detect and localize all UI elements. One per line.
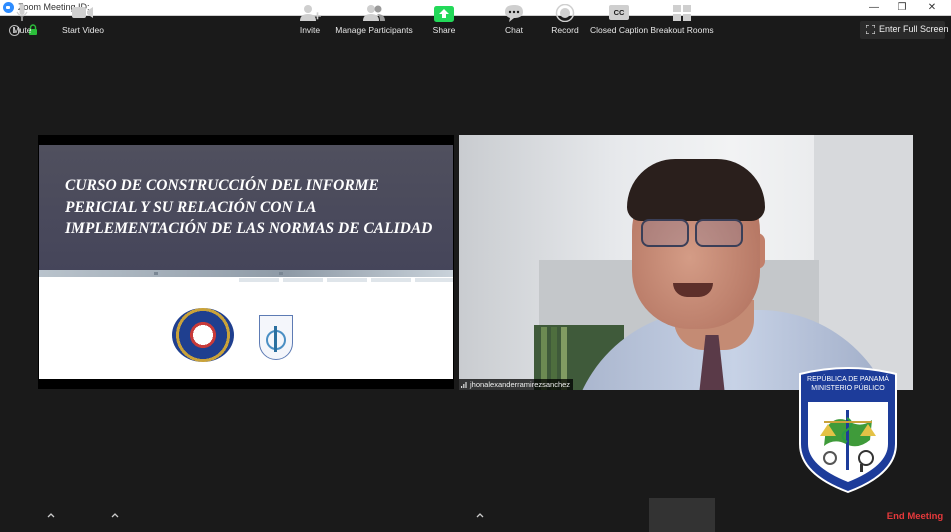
- invite-button[interactable]: Invite: [292, 0, 328, 35]
- participant-name: jhonalexanderramirezsanchez: [470, 380, 571, 389]
- manage-participants-button[interactable]: Manage Participants: [333, 0, 415, 35]
- mute-label: Mute: [12, 25, 32, 35]
- slide-content: CURSO DE CONSTRUCCIÓN DEL INFORME PERICI…: [39, 145, 453, 379]
- record-label: Record: [551, 25, 579, 35]
- caret-up-icon[interactable]: [110, 511, 120, 519]
- participant-name-tag: jhonalexanderramirezsanchez: [459, 379, 574, 390]
- manage-participants-label: Manage Participants: [335, 25, 413, 35]
- share-button[interactable]: Share: [428, 0, 460, 35]
- share-arrow-icon: [434, 6, 454, 22]
- mute-button[interactable]: Mute: [0, 0, 44, 35]
- record-icon: [555, 4, 575, 22]
- slide-title: CURSO DE CONSTRUCCIÓN DEL INFORME PERICI…: [65, 177, 433, 237]
- person-hair: [627, 159, 765, 221]
- close-button[interactable]: ✕: [918, 0, 946, 16]
- institute-shield-logo: REPÚBLICA DE PANAMÁ MINISTERIO PÚBLICO: [799, 367, 897, 494]
- cc-icon: CC: [609, 5, 629, 20]
- caret-up-icon[interactable]: [475, 511, 485, 519]
- chat-bubble-icon: [505, 5, 523, 22]
- chat-label: Chat: [505, 25, 523, 35]
- fullscreen-icon: [866, 25, 875, 34]
- logo-line-1: REPÚBLICA DE PANAMÁ: [807, 374, 889, 383]
- start-video-label: Start Video: [62, 25, 104, 35]
- ministry-shield-logo: [259, 315, 293, 360]
- participants-icon: [363, 5, 385, 21]
- signal-icon: [461, 382, 467, 388]
- slide-divider-band: [39, 270, 453, 277]
- share-label: Share: [432, 25, 456, 35]
- participant-video[interactable]: [459, 135, 913, 390]
- institutional-seal-logo: [172, 308, 234, 362]
- caret-up-icon[interactable]: [46, 511, 56, 519]
- slide-band-mark: [279, 272, 283, 275]
- slide-band-mark: [154, 272, 158, 275]
- chat-button[interactable]: Chat: [498, 0, 530, 35]
- video-camera-icon: [72, 7, 93, 18]
- record-button[interactable]: Record: [548, 0, 582, 35]
- glasses-lens: [641, 219, 689, 247]
- enter-full-screen-button[interactable]: Enter Full Screen: [860, 21, 949, 39]
- logo-line-2: MINISTERIO PÚBLICO: [811, 383, 885, 392]
- end-meeting-button[interactable]: End Meeting: [882, 508, 948, 526]
- enter-full-screen-label: Enter Full Screen: [879, 24, 949, 34]
- slide-header: CURSO DE CONSTRUCCIÓN DEL INFORME PERICI…: [39, 145, 453, 270]
- restore-button[interactable]: ❐: [888, 0, 916, 16]
- closed-caption-button[interactable]: CC Closed Caption: [590, 0, 649, 35]
- microphone-icon: [16, 4, 28, 21]
- glasses-lens: [695, 219, 743, 247]
- breakout-grid-icon: [673, 5, 691, 21]
- minimize-button[interactable]: —: [860, 0, 888, 16]
- caduceus-icon: [274, 326, 277, 352]
- breakout-highlight: [649, 498, 715, 532]
- breakout-rooms-button[interactable]: Breakout Rooms: [649, 0, 715, 35]
- start-video-button[interactable]: Start Video: [58, 0, 108, 35]
- slide-decorative-stripes: [239, 278, 453, 282]
- window-title-bar[interactable]: Zoom Meeting ID: — ❐ ✕: [0, 0, 951, 16]
- invite-icon: [300, 5, 321, 21]
- closed-caption-label: Closed Caption: [590, 25, 649, 35]
- shared-screen-slide: CURSO DE CONSTRUCCIÓN DEL INFORME PERICI…: [38, 135, 454, 389]
- invite-label: Invite: [299, 25, 321, 35]
- breakout-rooms-label: Breakout Rooms: [650, 25, 714, 35]
